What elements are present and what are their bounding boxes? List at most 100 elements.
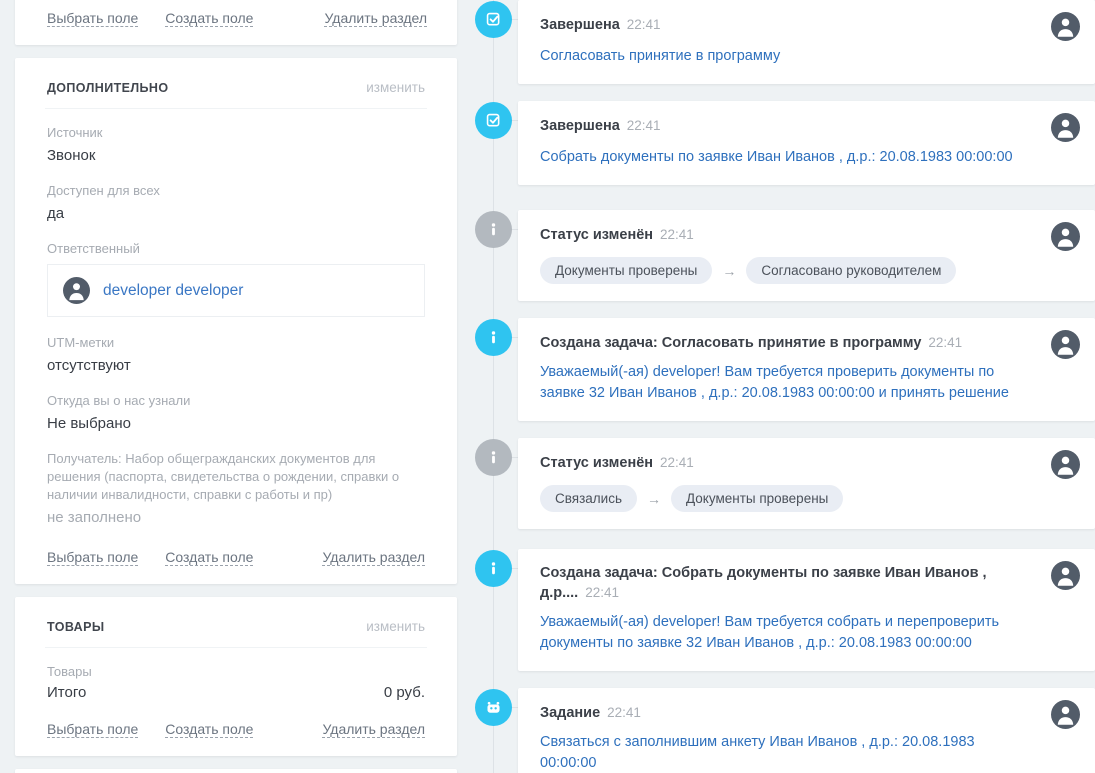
field-value: Звонок [47, 145, 425, 167]
timeline-card: Завершена 22:41 Согласовать принятие в пр… [518, 0, 1095, 84]
field-label: Получатель: Набор общегражданских докуме… [47, 450, 425, 504]
select-field-link[interactable]: Выбрать поле [47, 549, 138, 566]
timeline-item-assignment: Задание 22:41 Связаться с заполнившим анк… [460, 688, 1095, 773]
create-field-link[interactable]: Создать поле [165, 549, 253, 566]
timeline-card: Завершена 22:41 Собрать документы по заяв… [518, 101, 1095, 185]
timeline-card: Статус изменён 22:41 Документы проверены … [518, 210, 1095, 301]
products-total-label: Итого [47, 684, 86, 701]
task-link[interactable]: Согласовать принятие в программу [540, 46, 1035, 67]
task-check-icon [475, 1, 512, 38]
event-time: 22:41 [627, 118, 661, 133]
timeline-card: Создана задача: Согласовать принятие в п… [518, 318, 1095, 421]
section-products: ТОВАРЫ изменить Товары Итого 0 руб. Выбр… [15, 597, 457, 756]
event-title: Статус изменён [540, 455, 653, 471]
section-title: ДОПОЛНИТЕЛЬНО [47, 81, 168, 95]
field-label: Товары [47, 663, 425, 681]
field-value: не заполнено [47, 507, 425, 529]
timeline-card: Задание 22:41 Связаться с заполнившим анк… [518, 688, 1095, 773]
event-time: 22:41 [660, 227, 694, 242]
timeline-item-task-created: Создана задача: Собрать документы по зая… [460, 549, 1095, 671]
event-title: Создана задача: Согласовать принятие в п… [540, 335, 921, 351]
delete-section-link[interactable]: Удалить раздел [322, 721, 425, 738]
crm-detail-page: Выбрать поле Создать поле Удалить раздел… [0, 0, 1095, 773]
event-title: Завершена [540, 118, 620, 134]
field-products: Товары Итого 0 руб. [47, 663, 425, 701]
field-label: Источник [47, 124, 425, 142]
section-request: ЗАЯВКА изменить [15, 769, 457, 773]
event-title: Завершена [540, 17, 620, 33]
status-transition: Связались → Документы проверены [540, 485, 1035, 512]
section-additional: ДОПОЛНИТЕЛЬНО изменить Источник Звонок Д… [15, 58, 457, 584]
user-avatar-icon[interactable] [1051, 222, 1080, 251]
user-avatar-icon[interactable] [1051, 700, 1080, 729]
field-recipient: Получатель: Набор общегражданских докуме… [47, 450, 425, 529]
user-avatar-icon[interactable] [1051, 330, 1080, 359]
user-avatar-icon[interactable] [1051, 113, 1080, 142]
delete-section-link[interactable]: Удалить раздел [324, 10, 427, 27]
timeline-card: Статус изменён 22:41 Связались → Документ… [518, 438, 1095, 529]
event-title: Задание [540, 705, 600, 721]
field-label: Ответственный [47, 240, 425, 258]
field-value: да [47, 203, 425, 225]
responsible-user-box: developer developer [47, 264, 425, 317]
task-description-link[interactable]: Уважаемый(-ая) developer! Вам требуется … [540, 362, 1020, 404]
arrow-right-icon: → [647, 491, 661, 507]
timeline-item-task-completed: Завершена 22:41 Собрать документы по заяв… [460, 101, 1095, 185]
entity-details-panel: Выбрать поле Создать поле Удалить раздел… [15, 0, 457, 773]
field-label: UTM-метки [47, 334, 425, 352]
status-badge-to: Согласовано руководителем [746, 257, 956, 284]
field-available: Доступен для всех да [47, 182, 425, 225]
timeline-card: Создана задача: Собрать документы по зая… [518, 549, 1095, 671]
event-time: 22:41 [660, 455, 694, 470]
responsible-user-link[interactable]: developer developer [103, 282, 243, 300]
create-field-link[interactable]: Создать поле [165, 721, 253, 738]
user-avatar-icon[interactable] [1051, 12, 1080, 41]
robot-icon [475, 689, 512, 726]
field-where-heard: Откуда вы о нас узнали Не выбрано [47, 392, 425, 435]
field-value: Не выбрано [47, 413, 425, 435]
timeline-item-task-completed: Завершена 22:41 Согласовать принятие в пр… [460, 0, 1095, 84]
create-field-link[interactable]: Создать поле [165, 10, 253, 27]
info-icon [475, 439, 512, 476]
field-utm: UTM-метки отсутствуют [47, 334, 425, 377]
products-total-value: 0 руб. [384, 684, 425, 701]
edit-section-link[interactable]: изменить [366, 619, 425, 634]
divider [45, 647, 427, 648]
task-description-link[interactable]: Уважаемый(-ая) developer! Вам требуется … [540, 612, 1035, 654]
info-icon [475, 319, 512, 356]
field-label: Доступен для всех [47, 182, 425, 200]
status-badge-from: Документы проверены [540, 257, 712, 284]
info-icon [475, 211, 512, 248]
edit-section-link[interactable]: изменить [366, 80, 425, 95]
user-avatar-icon[interactable] [1051, 561, 1080, 590]
event-time: 22:41 [585, 585, 619, 600]
status-badge-from: Связались [540, 485, 637, 512]
event-title: Статус изменён [540, 227, 653, 243]
assignment-link[interactable]: Связаться с заполнившим анкету Иван Иван… [540, 732, 1035, 773]
event-time: 22:41 [627, 17, 661, 32]
user-avatar-icon[interactable] [63, 277, 90, 304]
event-time: 22:41 [607, 705, 641, 720]
section-title: ТОВАРЫ [47, 620, 104, 634]
select-field-link[interactable]: Выбрать поле [47, 10, 138, 27]
timeline-item-status-change: Статус изменён 22:41 Связались → Документ… [460, 438, 1095, 529]
field-value: отсутствуют [47, 355, 425, 377]
field-label: Откуда вы о нас узнали [47, 392, 425, 410]
fields-actions-card: Выбрать поле Создать поле Удалить раздел [15, 0, 457, 45]
task-link[interactable]: Собрать документы по заявке Иван Иванов … [540, 147, 1035, 168]
fields-actions-row: Выбрать поле Создать поле Удалить раздел [47, 721, 425, 738]
delete-section-link[interactable]: Удалить раздел [322, 549, 425, 566]
field-responsible: Ответственный developer developer [47, 240, 425, 317]
status-badge-to: Документы проверены [671, 485, 843, 512]
arrow-right-icon: → [722, 263, 736, 279]
divider [45, 108, 427, 109]
activity-timeline: Завершена 22:41 Согласовать принятие в пр… [460, 0, 1095, 773]
select-field-link[interactable]: Выбрать поле [47, 721, 138, 738]
timeline-item-status-change: Статус изменён 22:41 Документы проверены … [460, 210, 1095, 301]
status-transition: Документы проверены → Согласовано руково… [540, 257, 1035, 284]
user-avatar-icon[interactable] [1051, 450, 1080, 479]
info-icon [475, 550, 512, 587]
fields-actions-row: Выбрать поле Создать поле Удалить раздел [47, 549, 425, 566]
event-time: 22:41 [928, 335, 962, 350]
field-source: Источник Звонок [47, 124, 425, 167]
